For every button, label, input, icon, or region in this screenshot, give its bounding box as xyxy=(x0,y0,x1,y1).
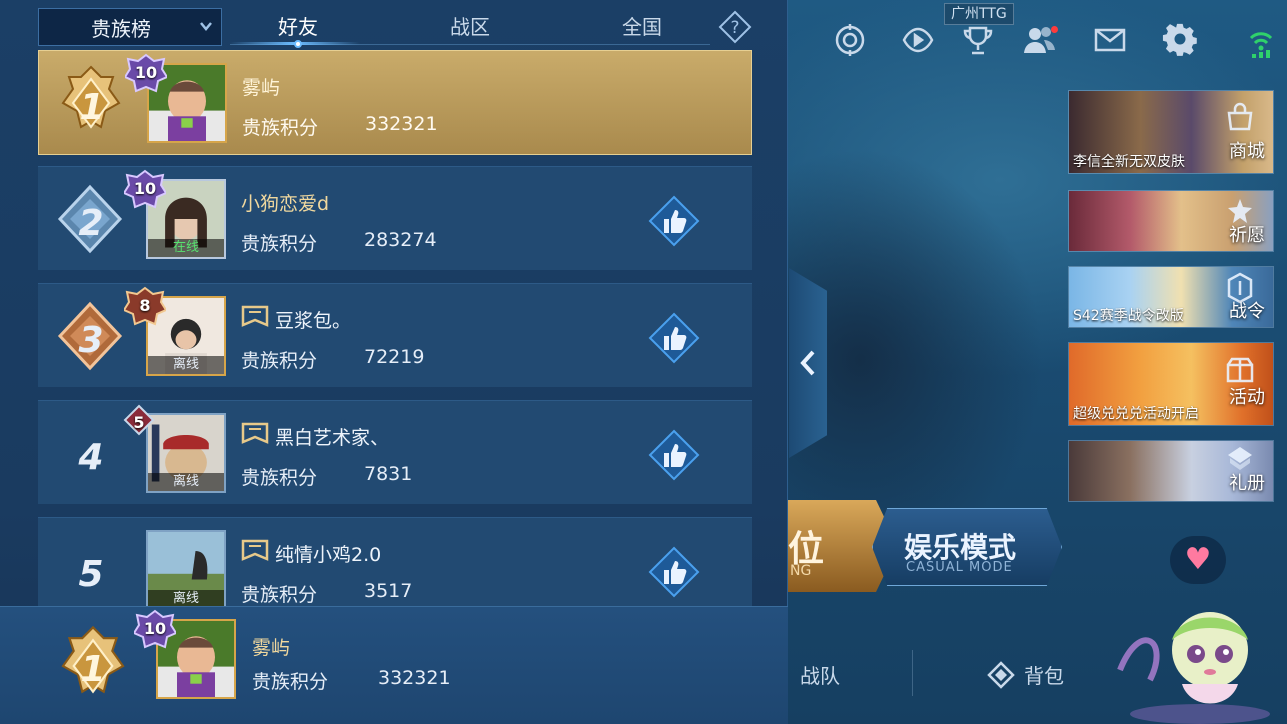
tab-national[interactable]: 全国 xyxy=(604,10,680,46)
offline-status: 离线 xyxy=(148,590,224,606)
rank-number: 1 xyxy=(79,87,105,128)
my-score-value: 332321 xyxy=(378,667,451,689)
leaderboard-row[interactable]: 2 在线 10 小狗恋爱d 贵族积分 283274 xyxy=(38,166,752,270)
dropdown-selected-value: 贵族榜 xyxy=(91,16,151,41)
my-score-label: 贵族积分 xyxy=(252,671,329,693)
thumbs-up-icon[interactable] xyxy=(648,195,700,247)
score-value: 72219 xyxy=(364,346,425,368)
offline-status: 离线 xyxy=(148,356,224,374)
rank-number: 5 xyxy=(78,554,104,595)
thumbs-up-icon[interactable] xyxy=(648,429,700,481)
rank-number: 2 xyxy=(78,203,104,244)
replay-icon[interactable] xyxy=(898,20,938,60)
backpack-icon xyxy=(987,661,1015,689)
gear-icon[interactable] xyxy=(1160,20,1200,60)
shop-card-subtitle: 李信全新无双皮肤 xyxy=(1073,154,1185,170)
chevron-down-icon xyxy=(200,22,212,31)
player-name: 小狗恋爱d xyxy=(241,193,330,215)
event-card-subtitle: 超级兑兑兑活动开启 xyxy=(1073,406,1199,422)
noble-level-number: 10 xyxy=(134,63,158,82)
leaderboard-row[interactable]: 5 离线 纯情小鸡2.0 贵族积分 3517 xyxy=(38,517,752,606)
nav-divider xyxy=(912,650,913,696)
noble-level-number: 10 xyxy=(133,179,157,198)
leaderboard-panel: 贵族榜 好友 战区 全国 ? 1 10 雾屿 贵族积分 332321 2 在线 … xyxy=(0,0,788,724)
tab-region[interactable]: 战区 xyxy=(432,10,508,46)
battlepass-card-subtitle: S42赛季战令改版 xyxy=(1073,308,1184,324)
noble-level-number: 5 xyxy=(133,413,145,432)
noble-level-number: 8 xyxy=(139,296,151,315)
player-name: 纯情小鸡2.0 xyxy=(275,544,382,566)
casual-mode-english-label: CASUAL MODE xyxy=(906,560,1013,575)
trophy-icon[interactable] xyxy=(958,20,998,60)
my-player-name: 雾屿 xyxy=(252,637,291,659)
score-value: 283274 xyxy=(364,229,437,251)
player-name: 雾屿 xyxy=(242,77,281,99)
shop-icon xyxy=(1227,102,1253,131)
avatar[interactable]: 离线 xyxy=(146,530,226,606)
tab-friends[interactable]: 好友 xyxy=(260,10,336,46)
gift-book-card-label: 礼册 xyxy=(1229,473,1265,494)
leaderboard-row[interactable]: 1 10 雾屿 贵族积分 332321 xyxy=(38,50,752,155)
heart-icon[interactable]: ♥ xyxy=(1170,536,1226,584)
my-rank-number: 1 xyxy=(80,649,106,690)
rank-number: 4 xyxy=(78,437,104,478)
mail-icon[interactable] xyxy=(1090,20,1130,60)
my-rank-bar: 1 10 雾屿 贵族积分 332321 xyxy=(0,606,788,724)
score-label: 贵族积分 xyxy=(241,233,318,255)
nav-backpack[interactable]: 背包 xyxy=(1024,660,1064,689)
nav-team[interactable]: 战队 xyxy=(800,660,840,689)
team-flag-icon xyxy=(241,422,269,444)
my-noble-level-number: 10 xyxy=(143,619,167,638)
team-flag-icon xyxy=(241,539,269,561)
wifi-icon xyxy=(1249,32,1273,58)
score-value: 332321 xyxy=(365,113,438,135)
friends-icon[interactable] xyxy=(1020,20,1060,60)
wish-card-label: 祈愿 xyxy=(1229,225,1265,246)
leaderboard-type-dropdown[interactable]: 贵族榜 xyxy=(38,8,222,46)
offline-status: 离线 xyxy=(148,473,224,491)
gift-chest-icon xyxy=(1226,357,1254,383)
mascot-image xyxy=(1117,612,1270,724)
gift-book-card[interactable]: 礼册 xyxy=(1068,440,1274,502)
svg-text:?: ? xyxy=(730,18,739,38)
score-label: 贵族积分 xyxy=(242,117,319,139)
score-value: 7831 xyxy=(364,463,413,485)
team-flag-icon xyxy=(241,305,269,327)
thumbs-up-icon[interactable] xyxy=(648,312,700,364)
shop-card[interactable]: 李信全新无双皮肤 商城 xyxy=(1068,90,1274,174)
question-diamond-icon[interactable]: ? xyxy=(718,10,752,44)
player-name: 黑白艺术家、 xyxy=(275,427,390,449)
battlepass-card[interactable]: S42赛季战令改版 战令 xyxy=(1068,266,1274,328)
chevron-left-icon xyxy=(800,350,815,376)
ranked-mode-english-label: NG xyxy=(790,563,812,579)
wish-card[interactable]: 祈愿 xyxy=(1068,190,1274,252)
thumbs-up-icon[interactable] xyxy=(648,546,700,598)
collapse-panel-button[interactable] xyxy=(789,268,827,458)
leaderboard-list[interactable]: 1 10 雾屿 贵族积分 332321 2 在线 10 小狗恋爱d 贵族积分 2… xyxy=(38,50,752,606)
event-card[interactable]: 超级兑兑兑活动开启 活动 xyxy=(1068,342,1274,426)
shop-card-label: 商城 xyxy=(1229,141,1265,162)
rank-number: 3 xyxy=(78,320,104,361)
battlepass-card-label: 战令 xyxy=(1229,301,1265,322)
score-label: 贵族积分 xyxy=(241,350,318,372)
score-label: 贵族积分 xyxy=(241,584,318,606)
score-value: 3517 xyxy=(364,580,413,602)
online-status: 在线 xyxy=(148,239,224,257)
player-name: 豆浆包。 xyxy=(275,310,352,332)
event-card-label: 活动 xyxy=(1229,387,1265,408)
target-icon[interactable] xyxy=(830,20,870,60)
score-label: 贵族积分 xyxy=(241,467,318,489)
leaderboard-row[interactable]: 3 离线 8 豆浆包。 贵族积分 72219 xyxy=(38,283,752,387)
leaderboard-row[interactable]: 4 离线 5 黑白艺术家、 贵族积分 7831 xyxy=(38,400,752,504)
